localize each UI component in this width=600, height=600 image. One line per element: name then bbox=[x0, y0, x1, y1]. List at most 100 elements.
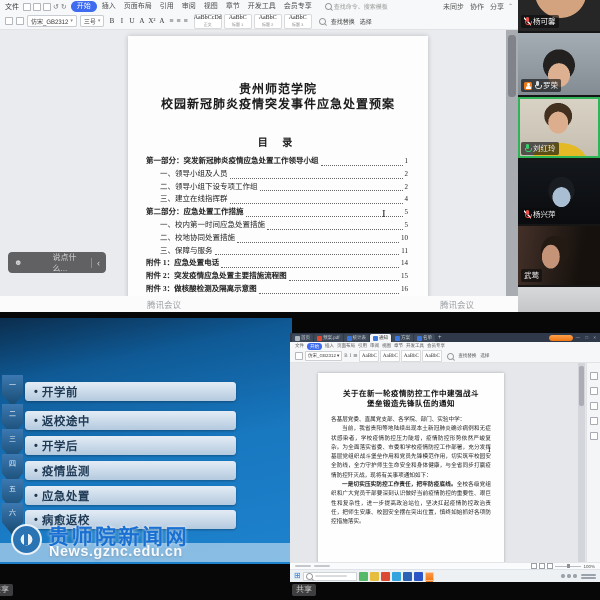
ribbon-tab[interactable]: 视图 bbox=[201, 1, 221, 12]
taskbar-clock[interactable] bbox=[581, 574, 596, 579]
participant-video[interactable]: 杨可馨 bbox=[518, 0, 600, 31]
quick-access-toolbar[interactable]: ↺ ↻ bbox=[23, 3, 67, 11]
ribbon-tab[interactable]: 插入 bbox=[99, 1, 119, 12]
ribbon-tab[interactable]: 章节 bbox=[394, 343, 403, 349]
ribbon-tab[interactable]: 审阅 bbox=[370, 343, 379, 349]
chat-input-bar[interactable]: ☻ 说点什么... ‹ bbox=[8, 252, 106, 273]
ribbon-tab[interactable]: 开发工具 bbox=[245, 1, 279, 12]
undo-icon[interactable]: ↺ bbox=[53, 3, 59, 11]
upgrade-member-button[interactable] bbox=[549, 335, 573, 341]
network-icon[interactable] bbox=[573, 574, 577, 578]
participant-video[interactable]: 武莺 bbox=[518, 226, 600, 285]
scrollbar-vertical[interactable] bbox=[578, 363, 585, 562]
tools-icon[interactable] bbox=[590, 417, 598, 425]
style-card[interactable]: AaBbC bbox=[380, 350, 400, 362]
taskbar-app-icon[interactable] bbox=[370, 572, 379, 581]
ribbon-tab[interactable]: 会员专享 bbox=[281, 1, 315, 12]
paste-button[interactable] bbox=[5, 17, 13, 25]
format-button[interactable]: I bbox=[117, 17, 126, 25]
collapse-ribbon-icon[interactable]: ⌃ bbox=[508, 3, 513, 10]
format-button[interactable]: U bbox=[127, 17, 136, 25]
ribbon-tab[interactable]: 审阅 bbox=[179, 1, 199, 12]
align-left-icon[interactable]: ≡ bbox=[169, 18, 173, 25]
select-button[interactable]: 选择 bbox=[360, 17, 372, 26]
align-icons[interactable]: ≡ bbox=[353, 353, 357, 360]
zoom-slider[interactable] bbox=[555, 566, 581, 567]
taskbar-app-icon[interactable] bbox=[425, 572, 434, 581]
style-card[interactable]: AaBbC bbox=[359, 350, 379, 362]
save-icon[interactable] bbox=[23, 3, 31, 11]
volume-icon[interactable] bbox=[567, 574, 571, 578]
bold-button[interactable]: B bbox=[344, 354, 347, 359]
chat-collapse-icon[interactable]: ‹ bbox=[91, 258, 100, 268]
find-replace-button[interactable]: 查找替换 bbox=[458, 353, 476, 359]
ribbon-tab[interactable]: 引用 bbox=[157, 1, 177, 12]
font-family-select[interactable]: 仿宋_GB2312 ▾ bbox=[305, 351, 342, 361]
new-tab-button[interactable]: + bbox=[436, 334, 444, 342]
ribbon-tab[interactable]: 开始 bbox=[307, 343, 322, 350]
taskbar-app-icon[interactable] bbox=[392, 572, 401, 581]
window-controls[interactable]: — □ × bbox=[576, 335, 598, 340]
file-menu[interactable]: 文件 bbox=[5, 2, 19, 12]
document-page[interactable]: 贵州师范学院 校园新冠肺炎疫情突发事件应急处置预案 目 录 第一部分：突发新冠肺… bbox=[128, 36, 428, 296]
format-painter-icon[interactable] bbox=[16, 17, 24, 25]
ribbon-action[interactable]: 未同步 bbox=[443, 2, 464, 12]
ribbon-action[interactable]: 分享 bbox=[490, 2, 504, 12]
ribbon-tab[interactable]: 页面布局 bbox=[121, 1, 155, 12]
ribbon-tab[interactable]: 引用 bbox=[358, 343, 367, 349]
document-tab[interactable]: 方案 bbox=[392, 334, 413, 342]
format-button[interactable]: B bbox=[107, 17, 116, 25]
font-family-select[interactable]: 仿宋_GB2312 ▾ bbox=[27, 15, 77, 27]
ribbon-tab[interactable]: 会员专享 bbox=[427, 343, 445, 349]
style-card[interactable]: AaBbC标题 3 bbox=[284, 14, 312, 29]
outline-icon[interactable] bbox=[590, 402, 598, 410]
style-card[interactable]: AaBbCcDd正文 bbox=[194, 14, 222, 29]
document-tab[interactable]: 名单 bbox=[414, 334, 435, 342]
print-icon[interactable] bbox=[33, 3, 41, 11]
ribbon-action[interactable]: 协作 bbox=[470, 2, 484, 12]
emoji-icon[interactable]: ☻ bbox=[14, 259, 49, 267]
numbered-list-icon[interactable]: ≡ bbox=[184, 18, 188, 25]
style-card[interactable]: AaBbC bbox=[401, 350, 421, 362]
format-button[interactable]: A bbox=[137, 17, 146, 25]
ribbon-tab[interactable]: 文件 bbox=[295, 343, 304, 349]
format-button[interactable]: A bbox=[157, 17, 166, 25]
style-card[interactable]: AaBbC bbox=[422, 350, 442, 362]
participant-video[interactable]: 罗荣 bbox=[518, 33, 600, 95]
select-button[interactable]: 选择 bbox=[480, 353, 489, 359]
participant-video[interactable]: 杨兴萍 bbox=[518, 160, 600, 224]
ribbon-tab[interactable]: 页面布局 bbox=[337, 343, 355, 349]
help-icon[interactable] bbox=[590, 432, 598, 440]
document-tab[interactable]: 统计表 bbox=[344, 334, 370, 342]
ribbon-tab[interactable]: 开始 bbox=[71, 1, 97, 12]
participant-video[interactable]: 刘红玲 bbox=[518, 97, 600, 158]
edit-icon[interactable] bbox=[590, 372, 598, 380]
document-tab[interactable]: 通知 bbox=[370, 334, 391, 342]
paste-button[interactable] bbox=[295, 352, 303, 360]
scrollbar-vertical[interactable] bbox=[506, 30, 518, 296]
ribbon-tab[interactable]: 插入 bbox=[325, 343, 334, 349]
ribbon-tab[interactable]: 开发工具 bbox=[406, 343, 424, 349]
scrollbar-thumb[interactable] bbox=[579, 366, 584, 406]
ribbon-tab[interactable]: 章节 bbox=[223, 1, 243, 12]
align-center-icon[interactable]: ≡ bbox=[177, 18, 181, 25]
ribbon-search[interactable]: 查找命令、搜索模板 bbox=[325, 2, 388, 11]
ribbon-tab[interactable]: 视图 bbox=[382, 343, 391, 349]
scrollbar-thumb[interactable] bbox=[508, 35, 516, 97]
taskbar-app-icon[interactable] bbox=[414, 572, 423, 581]
font-size-select[interactable]: 三号 ▾ bbox=[80, 15, 105, 27]
style-card[interactable]: AaBbC标题 2 bbox=[254, 14, 282, 29]
document-tab[interactable]: 预案.pdf bbox=[314, 334, 343, 342]
taskbar-app-icon[interactable] bbox=[359, 572, 368, 581]
style-card[interactable]: AaBbC标题 1 bbox=[224, 14, 252, 29]
comment-icon[interactable] bbox=[590, 387, 598, 395]
italic-button[interactable]: I bbox=[350, 354, 352, 359]
taskbar-search[interactable] bbox=[303, 572, 357, 581]
format-button[interactable]: X² bbox=[147, 17, 156, 25]
redo-icon[interactable]: ↻ bbox=[61, 3, 67, 11]
find-replace-button[interactable]: 查找替换 bbox=[331, 17, 355, 26]
document-page[interactable]: 关于在新一轮疫情防控工作中建强战斗 堡垒锻造先锋队伍的通知 各基层党委、直属党支… bbox=[318, 373, 504, 562]
weather-icon[interactable] bbox=[561, 574, 565, 578]
document-tab[interactable]: 首页 bbox=[292, 334, 313, 342]
taskbar-app-icon[interactable] bbox=[403, 572, 412, 581]
